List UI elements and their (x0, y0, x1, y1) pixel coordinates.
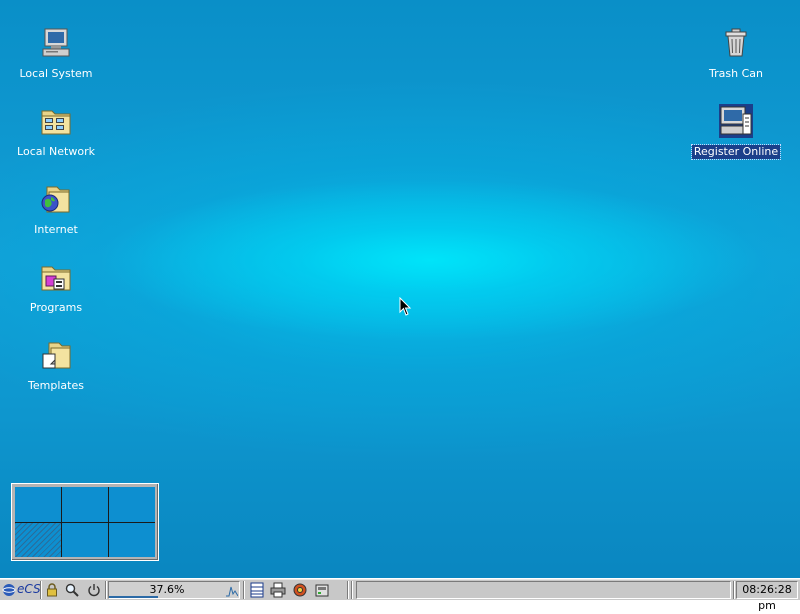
taskbar-separator (105, 581, 107, 599)
drives-button[interactable] (312, 581, 332, 599)
register-online-icon (719, 104, 753, 138)
desktop-icon-internet[interactable]: Internet (11, 182, 101, 237)
power-button[interactable] (84, 581, 104, 599)
cpu-load-bar (109, 596, 158, 598)
computer-icon (42, 28, 70, 57)
desktop-icon-register-online[interactable]: Register Online (690, 104, 782, 160)
icon-label: Programs (29, 301, 83, 314)
programs-folder-icon (41, 266, 71, 291)
desktop-icon-templates[interactable]: Templates (11, 338, 101, 393)
pager-desktop-4[interactable] (15, 522, 61, 557)
taskbar-separator (243, 581, 245, 599)
ecs-logo-icon (2, 584, 16, 596)
cpu-load-value: 37.6% (149, 583, 185, 596)
desktop[interactable]: Local System Local Network Internet Prog… (0, 0, 800, 578)
mouse-cursor-icon (399, 297, 412, 316)
printer-button[interactable] (268, 581, 288, 599)
desktop-icon-programs[interactable]: Programs (11, 260, 101, 315)
icon-label: Local System (19, 67, 93, 80)
taskbar-separator (347, 581, 349, 599)
icon-label: Templates (28, 379, 84, 392)
settings-icon (293, 583, 307, 597)
clock[interactable]: 08:26:28 pm (736, 581, 798, 612)
trash-can-icon (725, 28, 747, 57)
window-list-icon (250, 582, 264, 598)
taskbar: eCS 37.6% 08:26:28 pm (0, 578, 800, 612)
taskbar-separator (351, 581, 353, 599)
virtual-desktop-pager[interactable] (11, 483, 159, 561)
printer-icon (270, 582, 286, 598)
icon-label: Trash Can (709, 67, 763, 80)
icon-label: Local Network (17, 145, 95, 158)
ecs-start-button[interactable]: eCS (1, 581, 41, 599)
templates-folder-icon (42, 342, 71, 369)
window-list-button[interactable] (247, 581, 267, 599)
internet-folder-icon (41, 186, 70, 213)
icon-label: Register Online (690, 144, 782, 160)
desktop-icon-local-network[interactable]: Local Network (11, 104, 101, 159)
taskbar-separator (733, 581, 735, 599)
pager-desktop-6[interactable] (109, 522, 155, 557)
pager-desktop-3[interactable] (109, 487, 155, 522)
lock-icon (47, 583, 57, 597)
cpu-graph-icon (226, 586, 238, 597)
task-list-area[interactable] (356, 581, 731, 599)
start-label: eCS (17, 582, 41, 596)
pager-desktop-1[interactable] (15, 487, 61, 522)
settings-button[interactable] (290, 581, 310, 599)
search-button[interactable] (62, 581, 82, 599)
drives-icon (315, 584, 329, 597)
cpu-load-meter[interactable]: 37.6% (108, 581, 240, 599)
pager-desktop-2[interactable] (62, 487, 108, 522)
icon-label: Internet (34, 223, 78, 236)
search-icon (65, 583, 79, 597)
desktop-icon-trash-can[interactable]: Trash Can (691, 26, 781, 81)
network-folder-icon (41, 110, 71, 135)
pager-desktop-5[interactable] (62, 522, 108, 557)
desktop-icon-local-system[interactable]: Local System (11, 26, 101, 81)
pager-grid (15, 487, 155, 557)
power-icon (88, 584, 100, 597)
lock-button[interactable] (42, 581, 62, 599)
